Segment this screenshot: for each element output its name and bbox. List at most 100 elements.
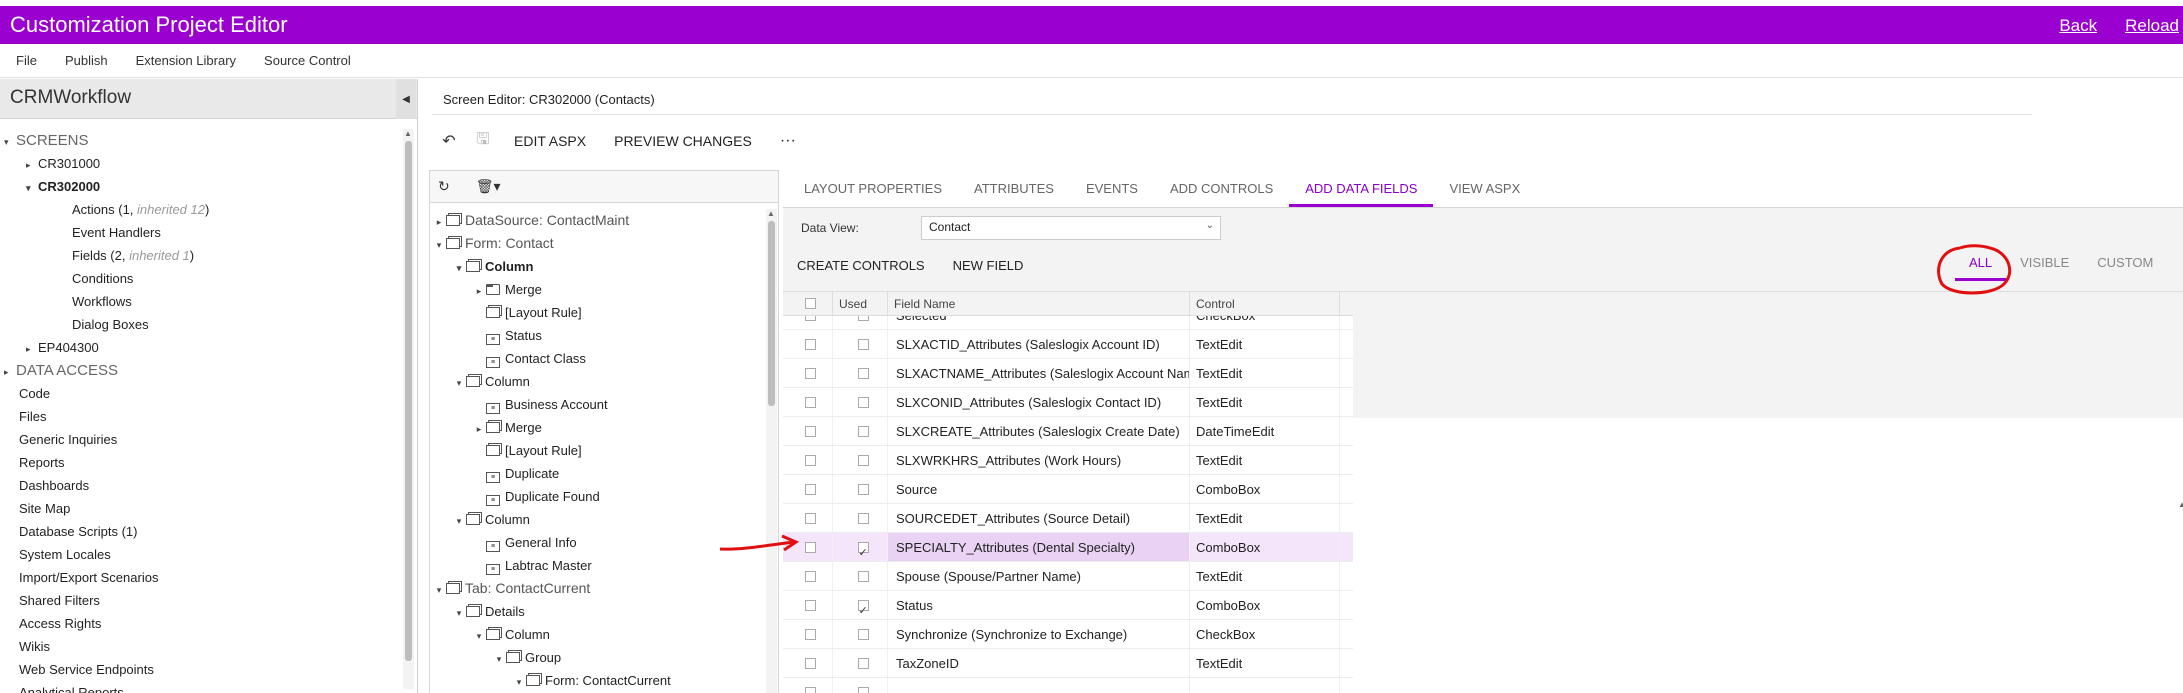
used-checkbox[interactable] <box>857 425 869 437</box>
project-tree-item[interactable]: Analytical Reports <box>0 681 400 693</box>
chevron-down-icon[interactable]: ▾ <box>452 510 466 533</box>
menu-extension-library[interactable]: Extension Library <box>136 53 236 68</box>
table-row[interactable]: TaxZoneID TextEdit <box>783 649 1353 678</box>
chevron-down-icon[interactable]: ▾ <box>452 257 466 280</box>
row-select-checkbox[interactable] <box>805 483 816 495</box>
row-select-checkbox[interactable] <box>805 367 816 379</box>
project-tree-item[interactable]: Reports <box>0 451 400 474</box>
project-tree-item[interactable]: Generic Inquiries <box>0 428 400 451</box>
element-tree-item[interactable]: ▾ Tab: ContactCurrent <box>430 577 765 600</box>
element-tree-item[interactable]: [Layout Rule] <box>430 439 765 462</box>
row-select-checkbox[interactable] <box>805 316 816 321</box>
project-tree-item[interactable]: Code <box>0 382 400 405</box>
element-tree-item[interactable]: ▾ Form: Contact <box>430 232 765 255</box>
table-row[interactable]: Source ComboBox <box>783 475 1353 504</box>
element-tree-scrollbar[interactable]: ▲ <box>766 209 777 693</box>
select-all-checkbox[interactable] <box>805 298 816 309</box>
row-select-checkbox[interactable] <box>805 628 816 640</box>
row-select-checkbox[interactable] <box>805 425 816 437</box>
element-tree-item[interactable]: ▾ Form: ContactCurrent <box>430 669 765 692</box>
reload-link[interactable]: Reload <box>2125 16 2179 36</box>
table-row[interactable]: Spouse (Spouse/Partner Name) TextEdit <box>783 562 1353 591</box>
used-checkbox[interactable] <box>857 512 869 524</box>
chevron-down-icon[interactable]: ▾ <box>452 602 466 625</box>
table-row[interactable]: SLXCREATE_Attributes (Saleslogix Create … <box>783 417 1353 446</box>
project-tree-item[interactable]: Workflows <box>0 290 400 313</box>
row-select-checkbox[interactable] <box>805 454 816 466</box>
element-tree-item[interactable]: ≡ Duplicate <box>430 462 765 485</box>
table-row[interactable]: SLXACTID_Attributes (Saleslogix Account … <box>783 330 1353 359</box>
back-link[interactable]: Back <box>2059 16 2097 36</box>
element-tree-item[interactable]: ▾ Column <box>430 623 765 646</box>
used-checkbox[interactable] <box>857 597 869 619</box>
table-row[interactable]: StatusComboBox <box>783 591 1353 620</box>
collapse-panel-button[interactable]: ◀ <box>396 79 416 119</box>
element-tree-item[interactable]: ≡ Labtrac Master <box>430 554 765 577</box>
used-checkbox[interactable] <box>857 657 869 669</box>
project-tree-item[interactable]: Dialog Boxes <box>0 313 400 336</box>
row-select-checkbox[interactable] <box>805 338 816 350</box>
chevron-down-icon[interactable]: ▾ <box>452 372 466 395</box>
chevron-right-icon[interactable]: ▸ <box>26 154 38 177</box>
more-options-button[interactable]: ··· <box>766 132 810 150</box>
chevron-down-icon[interactable]: ▾ <box>432 234 446 257</box>
table-row[interactable]: SPECIALTY_Attributes (Dental Specialty)C… <box>783 533 1353 562</box>
create-controls-button[interactable]: CREATE CONTROLS <box>797 258 925 273</box>
project-tree-item[interactable]: Database Scripts (1) <box>0 520 400 543</box>
menu-source-control[interactable]: Source Control <box>264 53 351 68</box>
tab-add-controls[interactable]: ADD CONTROLS <box>1154 170 1289 207</box>
chevron-right-icon[interactable]: ▸ <box>472 280 486 303</box>
used-checkbox[interactable] <box>857 454 869 466</box>
project-tree-item[interactable]: Fields (2, inherited 1) <box>0 244 400 267</box>
element-tree-item[interactable]: ≡ Contact Class <box>430 347 765 370</box>
chevron-down-icon[interactable]: ▾ <box>512 671 526 693</box>
project-tree-item[interactable]: Files <box>0 405 400 428</box>
project-tree-item[interactable]: ▸ CR301000 <box>0 152 400 175</box>
row-select-checkbox[interactable] <box>805 541 816 553</box>
project-tree-item[interactable]: ▾ SCREENS <box>0 129 400 152</box>
data-view-select[interactable]: Contact ⌄ <box>921 216 1221 240</box>
project-tree-scrollbar[interactable]: ▲ <box>403 129 414 689</box>
element-tree-item[interactable]: [Layout Rule] <box>430 301 765 324</box>
chevron-down-icon[interactable]: ▾ <box>432 579 446 602</box>
table-row[interactable]: SelectedCheckBox <box>783 316 1353 330</box>
row-select-checkbox[interactable] <box>805 657 816 669</box>
element-tree-item[interactable]: ▾ Details <box>430 600 765 623</box>
element-tree-item[interactable]: ≡ General Info <box>430 531 765 554</box>
used-checkbox[interactable] <box>857 570 869 582</box>
row-select-checkbox[interactable] <box>805 512 816 524</box>
filter-visible[interactable]: VISIBLE <box>2006 245 2083 281</box>
project-tree-item[interactable]: Web Service Endpoints <box>0 658 400 681</box>
element-tree-item[interactable]: ▾ Group <box>430 646 765 669</box>
used-checkbox[interactable] <box>857 396 869 408</box>
table-row[interactable]: SLXACTNAME_Attributes (Saleslogix Accoun… <box>783 359 1353 388</box>
chevron-down-icon[interactable]: ▾ <box>472 625 486 648</box>
project-tree-item[interactable]: ▾ CR302000 <box>0 175 400 198</box>
save-icon[interactable]: 🖫 <box>466 126 500 156</box>
used-checkbox[interactable] <box>857 628 869 640</box>
table-row[interactable] <box>783 678 1353 693</box>
element-tree-item[interactable]: ▾ Column <box>430 508 765 531</box>
project-tree-item[interactable]: Import/Export Scenarios <box>0 566 400 589</box>
menu-file[interactable]: File <box>16 53 37 68</box>
chevron-right-icon[interactable]: ▸ <box>432 211 446 234</box>
table-row[interactable]: Synchronize (Synchronize to Exchange) Che… <box>783 620 1353 649</box>
chevron-down-icon[interactable]: ▾ <box>492 648 506 671</box>
project-tree-item[interactable]: Site Map <box>0 497 400 520</box>
element-tree-item[interactable]: ▸ DataSource: ContactMaint <box>430 209 765 232</box>
used-checkbox[interactable] <box>857 367 869 379</box>
element-tree-item[interactable]: ≡ Business Account <box>430 393 765 416</box>
chevron-down-icon[interactable]: ▾ <box>26 177 38 200</box>
element-tree-item[interactable]: ≡ Duplicate Found <box>430 485 765 508</box>
project-tree-item[interactable]: Dashboards <box>0 474 400 497</box>
used-checkbox[interactable] <box>857 686 869 693</box>
row-select-checkbox[interactable] <box>805 396 816 408</box>
tab-layout-properties[interactable]: LAYOUT PROPERTIES <box>788 170 958 207</box>
tab-add-data-fields[interactable]: ADD DATA FIELDS <box>1289 170 1434 207</box>
project-tree-item[interactable]: Conditions <box>0 267 400 290</box>
project-tree-item[interactable]: Access Rights <box>0 612 400 635</box>
tab-attributes[interactable]: ATTRIBUTES <box>958 170 1070 207</box>
used-checkbox[interactable] <box>857 316 869 321</box>
new-field-button[interactable]: NEW FIELD <box>953 258 1024 273</box>
table-row[interactable]: SLXWRKHRS_Attributes (Work Hours) TextEdi… <box>783 446 1353 475</box>
